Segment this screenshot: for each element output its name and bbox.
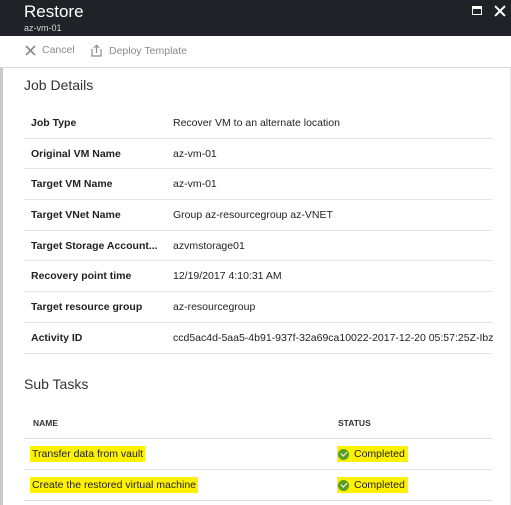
- detail-row-target-storage-account: Target Storage Account... azvmstorage01: [24, 231, 492, 262]
- command-bar: Cancel Deploy Template: [0, 36, 511, 68]
- detail-row-recovery-point-time: Recovery point time 12/19/2017 4:10:31 A…: [24, 261, 492, 293]
- task-status-label: Completed: [354, 479, 405, 491]
- sub-tasks-title: Sub Tasks: [24, 376, 89, 392]
- job-details-list: Job Type Recover VM to an alternate loca…: [24, 108, 494, 354]
- job-details-title: Job Details: [24, 77, 94, 93]
- detail-value: azvmstorage01: [173, 239, 245, 252]
- detail-value: Recover VM to an alternate location: [173, 117, 340, 129]
- detail-row-target-vm-name: Target VM Name az-vm-01: [24, 169, 492, 201]
- table-row[interactable]: Create the restored virtual machine Comp…: [24, 470, 492, 501]
- table-header: NAME STATUS: [24, 408, 492, 439]
- maximize-icon[interactable]: [470, 3, 486, 19]
- column-header-name[interactable]: NAME: [33, 418, 58, 428]
- task-name: Create the restored virtual machine: [30, 477, 198, 493]
- x-icon: [25, 44, 36, 56]
- detail-value: az-vm-01: [173, 178, 217, 191]
- detail-key: Job Type: [31, 117, 77, 129]
- detail-row-job-type: Job Type Recover VM to an alternate loca…: [24, 108, 492, 139]
- cancel-label: Cancel: [42, 44, 75, 56]
- task-status-label: Completed: [354, 448, 405, 460]
- task-name: Transfer data from vault: [30, 446, 146, 462]
- detail-key: Target VNet Name: [31, 209, 121, 222]
- sub-tasks-table: NAME STATUS Transfer data from vault Com…: [24, 408, 492, 501]
- detail-key: Target VM Name: [31, 178, 113, 191]
- task-status: Completed: [337, 477, 408, 493]
- detail-row-activity-id: Activity ID ccd5ac4d-5aa5-4b91-937f-32a6…: [24, 323, 494, 354]
- detail-row-target-resource-group: Target resource group az-resourcegroup: [24, 292, 492, 323]
- check-circle-icon: [338, 448, 349, 460]
- scroll-rail[interactable]: [0, 68, 3, 505]
- detail-key: Recovery point time: [31, 270, 132, 283]
- detail-value: 12/19/2017 4:10:31 AM: [173, 270, 282, 283]
- cancel-button[interactable]: Cancel: [25, 44, 75, 56]
- detail-row-target-vnet-name: Target VNet Name Group az-resourcegroup …: [24, 200, 492, 231]
- column-header-status[interactable]: STATUS: [338, 418, 371, 428]
- task-status: Completed: [337, 446, 408, 462]
- detail-key: Target Storage Account...: [31, 239, 158, 252]
- detail-value: az-vm-01: [173, 147, 217, 160]
- detail-key: Activity ID: [31, 331, 83, 344]
- detail-value: ccd5ac4d-5aa5-4b91-937f-32a69ca10022-201…: [173, 331, 494, 344]
- blade-header: Restore az-vm-01: [0, 0, 511, 36]
- check-circle-icon: [338, 479, 349, 491]
- detail-value: az-resourcegroup: [173, 301, 256, 314]
- detail-value: Group az-resourcegroup az-VNET: [173, 209, 333, 222]
- close-icon[interactable]: [492, 3, 508, 19]
- detail-key: Original VM Name: [31, 147, 121, 160]
- deploy-template-button[interactable]: Deploy Template: [90, 44, 187, 57]
- deploy-template-label: Deploy Template: [109, 44, 188, 57]
- detail-key: Target resource group: [31, 301, 143, 314]
- blade-title: Restore: [24, 2, 84, 21]
- blade-subtitle: az-vm-01: [24, 23, 62, 33]
- export-icon: [91, 44, 102, 57]
- table-row[interactable]: Transfer data from vault Completed: [24, 439, 492, 470]
- detail-row-original-vm-name: Original VM Name az-vm-01: [24, 139, 492, 170]
